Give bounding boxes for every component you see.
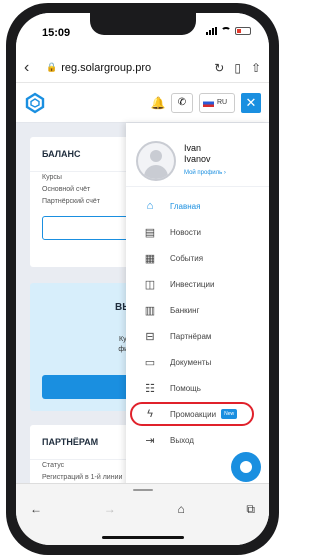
menu-item-label: Партнёрам xyxy=(170,331,212,341)
my-profile-link[interactable]: Мой профиль › xyxy=(184,168,226,179)
profile-block[interactable]: Ivan Ivanov Мой профиль › xyxy=(126,123,269,187)
menu-item-label: Новости xyxy=(170,227,201,237)
logout-icon: ⇥ xyxy=(145,434,155,447)
language-selector[interactable]: RU xyxy=(199,92,235,113)
status-time: 15:09 xyxy=(42,27,71,39)
newspaper-icon: ▤ xyxy=(144,226,156,239)
menu-list: ⌂ Главная ▤ Новости ▦ События ◫ Инвестиц… xyxy=(126,187,269,453)
phone-icon[interactable]: ✆ xyxy=(171,92,193,113)
share-icon[interactable]: ⇧ xyxy=(251,61,261,75)
menu-item-events[interactable]: ▦ События xyxy=(126,245,269,271)
bell-icon[interactable]: 🔔 xyxy=(151,96,166,110)
calendar-icon: ▦ xyxy=(144,252,156,265)
browser-toolbar: ← → ⌂ ⧉ xyxy=(16,483,269,545)
russian-flag-icon xyxy=(203,98,214,107)
signal-icon xyxy=(206,27,217,35)
browser-back-icon[interactable]: ‹ xyxy=(24,59,40,77)
menu-item-banking[interactable]: ▥ Банкинг xyxy=(126,297,269,323)
browser-actions: ↻ ▯ ⇧ xyxy=(214,61,261,75)
home-indicator xyxy=(102,536,184,539)
menu-item-news[interactable]: ▤ Новости xyxy=(126,219,269,245)
tabs-icon[interactable]: ⧉ xyxy=(246,502,255,517)
menu-item-label: Инвестиции xyxy=(170,279,215,289)
menu-item-logout[interactable]: ⇥ Выход xyxy=(126,427,269,453)
avatar[interactable] xyxy=(136,140,176,181)
profile-name: Ivan Ivanov Мой профиль › xyxy=(184,143,226,179)
status-bar: 15:09 xyxy=(16,13,269,53)
reload-icon[interactable]: ↻ xyxy=(214,61,224,75)
menu-item-label: Выход xyxy=(170,435,194,445)
menu-item-home[interactable]: ⌂ Главная xyxy=(126,193,269,219)
home-icon: ⌂ xyxy=(146,200,154,212)
profile-last-name: Ivanov xyxy=(184,153,211,164)
profile-first-name: Ivan xyxy=(184,142,202,153)
help-icon: ☷ xyxy=(145,382,155,395)
toolbar-buttons: ← → ⌂ ⧉ xyxy=(30,502,255,517)
menu-item-documents[interactable]: ▭ Документы xyxy=(126,349,269,375)
system-icons xyxy=(206,27,251,35)
partners-icon: ⊟ xyxy=(145,330,155,343)
battery-icon xyxy=(235,27,251,35)
menu-item-investments[interactable]: ◫ Инвестиции xyxy=(126,271,269,297)
language-label: RU xyxy=(217,99,228,106)
wifi-icon xyxy=(221,27,231,35)
partners-registrations-label: Регистраций в 1-й линии xyxy=(42,474,123,481)
lock-icon: 🔒 xyxy=(46,62,58,72)
bank-icon: ▥ xyxy=(144,304,156,317)
home-icon[interactable]: ⌂ xyxy=(177,502,184,517)
header-actions: 🔔 ✆ RU ✕ xyxy=(151,92,261,113)
url-text[interactable]: reg.solargroup.pro xyxy=(61,62,151,74)
menu-item-label: События xyxy=(170,253,204,263)
chat-fab-button[interactable] xyxy=(231,452,261,482)
menu-item-label: Документы xyxy=(170,357,212,367)
highlight-ring xyxy=(130,402,254,426)
menu-item-help[interactable]: ☷ Помощь xyxy=(126,375,269,401)
chat-icon xyxy=(240,461,252,473)
menu-item-label: Главная xyxy=(170,201,201,211)
forward-arrow-icon[interactable]: → xyxy=(104,502,116,517)
phone-frame: 15:09 ‹ 🔒 reg.solargroup.pro ↻ ▯ ⇧ 🔔 ✆ R… xyxy=(6,3,279,555)
browser-url-bar: ‹ 🔒 reg.solargroup.pro ↻ ▯ ⇧ xyxy=(16,53,269,83)
notch xyxy=(90,13,196,35)
solargroup-logo-icon[interactable] xyxy=(24,92,46,114)
menu-item-label: Помощь xyxy=(170,383,201,393)
bookmark-icon[interactable]: ▯ xyxy=(234,61,241,75)
close-menu-button[interactable]: ✕ xyxy=(241,92,261,113)
screen: 15:09 ‹ 🔒 reg.solargroup.pro ↻ ▯ ⇧ 🔔 ✆ R… xyxy=(16,13,269,545)
menu-item-promotions[interactable]: ϟ Промоакции New xyxy=(126,401,269,427)
back-arrow-icon[interactable]: ← xyxy=(30,502,42,517)
document-icon: ▭ xyxy=(144,356,156,369)
site-header: 🔔 ✆ RU ✕ xyxy=(16,83,269,123)
grab-handle[interactable] xyxy=(133,489,153,491)
menu-item-partners[interactable]: ⊟ Партнёрам xyxy=(126,323,269,349)
investments-icon: ◫ xyxy=(144,278,156,291)
menu-item-label: Банкинг xyxy=(170,305,200,315)
